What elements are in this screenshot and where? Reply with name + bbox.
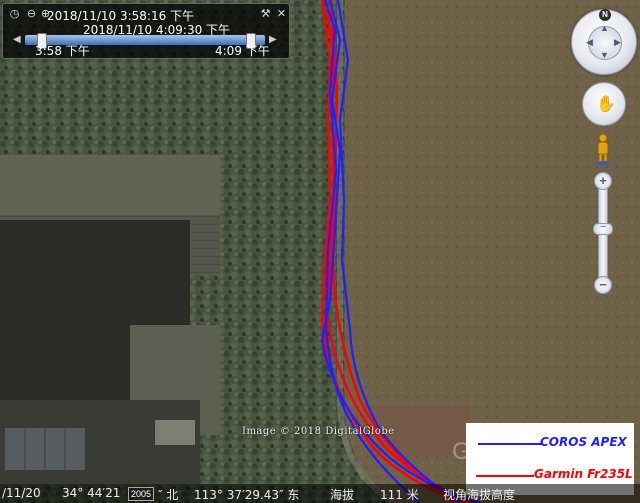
clock-icon[interactable]: ◷ <box>8 8 21 21</box>
status-lat-direction: ″ 北 <box>158 488 179 502</box>
building-roof-top-strip <box>0 155 220 215</box>
bright-roof-patch <box>155 420 195 445</box>
legend-entry-coros: COROS APEX <box>466 433 634 453</box>
compass-navigation-ring[interactable]: N ▲ ▼ ◀ ▶ <box>571 9 637 75</box>
status-eye-altitude-label: 视角海拔高度 <box>443 488 516 502</box>
imagery-credit: Image © 2018 DigitalGlobe <box>242 426 395 437</box>
slider-right-arrow-icon[interactable]: ▶ <box>269 34 277 45</box>
status-longitude: 113° 37′29.43″ 东 <box>194 488 300 502</box>
time-slider-panel: ◷ ⊖ ⊕ 2018/11/10 3:58:16 下午 ⚒ ✕ 2018/11/… <box>2 3 290 59</box>
status-date-fragment: /11/20 <box>2 486 41 500</box>
legend-entry-garmin: Garmin Fr235L <box>466 465 634 485</box>
legend-line-coros <box>478 443 542 445</box>
status-elevation-label: 海拔 <box>330 488 355 502</box>
look-around-control[interactable]: ✋ <box>582 82 626 126</box>
status-latitude: 34° 44′21 <box>62 486 121 500</box>
zoom-in-button[interactable]: + <box>594 172 612 190</box>
slider-left-arrow-icon[interactable]: ◀ <box>13 34 21 45</box>
close-icon[interactable]: ✕ <box>275 8 288 21</box>
wrench-icon[interactable]: ⚒ <box>259 8 272 21</box>
legend-label-coros: COROS APEX <box>540 435 627 449</box>
zoom-slider-knob[interactable]: − <box>593 223 613 236</box>
zoom-out-time-icon[interactable]: ⊖ <box>25 8 38 21</box>
zoom-out-button[interactable]: − <box>594 276 612 294</box>
legend-label-garmin: Garmin Fr235L <box>534 467 633 481</box>
pan-up-arrow-icon[interactable]: ▲ <box>600 23 609 33</box>
pan-down-arrow-icon[interactable]: ▼ <box>600 50 609 60</box>
north-indicator[interactable]: N <box>599 9 611 21</box>
time-end-label: 4:09 下午 <box>215 44 270 58</box>
hand-icon: ✋ <box>596 96 616 113</box>
status-bar: /11/20 34° 44′21 ″ 北 113° 37′29.43″ 东 海拔… <box>0 484 640 503</box>
street-view-pegman-icon[interactable] <box>594 133 612 165</box>
time-start-label: 3:58 下午 <box>35 44 90 58</box>
legend-line-garmin <box>476 475 534 477</box>
imagery-year-badge[interactable]: 2005 <box>128 487 155 501</box>
status-elevation-value: 111 米 <box>380 488 419 502</box>
pan-right-arrow-icon[interactable]: ▶ <box>614 37 621 48</box>
pan-left-arrow-icon[interactable]: ◀ <box>586 37 593 48</box>
